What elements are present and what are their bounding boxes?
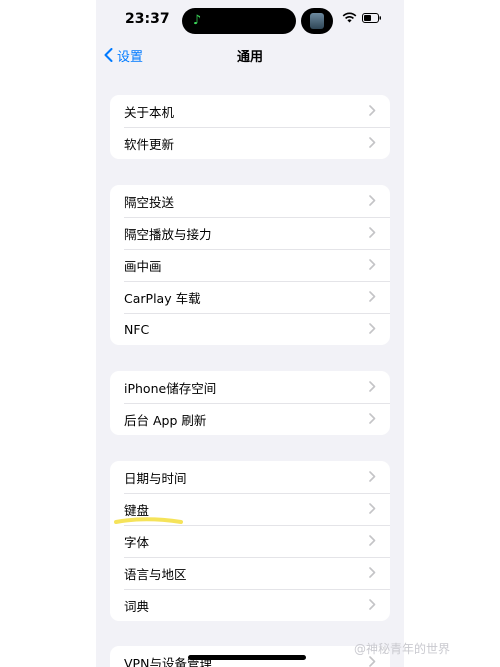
- row-carplay[interactable]: CarPlay 车载: [110, 281, 390, 313]
- row-label: 键盘: [124, 502, 150, 518]
- chevron-right-icon: [369, 599, 376, 610]
- chevron-right-icon: [369, 227, 376, 238]
- chevron-right-icon: [369, 656, 376, 667]
- chevron-right-icon: [369, 291, 376, 302]
- chevron-right-icon: [369, 137, 376, 148]
- row-language-region[interactable]: 语言与地区: [110, 557, 390, 589]
- row-label: 隔空投送: [124, 194, 175, 210]
- row-label: iPhone储存空间: [124, 380, 217, 396]
- chevron-right-icon: [369, 503, 376, 514]
- row-fonts[interactable]: 字体: [110, 525, 390, 557]
- row-picture-in-picture[interactable]: 画中画: [110, 249, 390, 281]
- chevron-right-icon: [369, 259, 376, 270]
- page-title: 通用: [236, 50, 263, 65]
- chevron-right-icon: [369, 323, 376, 334]
- music-app-icon: ♪: [188, 12, 206, 30]
- row-iphone-storage[interactable]: iPhone储存空间: [110, 371, 390, 403]
- row-label: 语言与地区: [124, 566, 187, 582]
- chevron-right-icon: [369, 381, 376, 392]
- home-indicator[interactable]: [188, 655, 306, 660]
- row-date-time[interactable]: 日期与时间: [110, 461, 390, 493]
- chevron-right-icon: [369, 535, 376, 546]
- watermark: @神秘青年的世界: [354, 642, 451, 656]
- dynamic-island[interactable]: ♪: [182, 8, 296, 34]
- row-dictionary[interactable]: 词典: [110, 589, 390, 621]
- chevron-right-icon: [369, 195, 376, 206]
- row-label: 关于本机: [124, 104, 175, 120]
- settings-group-about: 关于本机 软件更新: [110, 95, 390, 159]
- live-activity-pill[interactable]: [301, 8, 333, 34]
- settings-group-connectivity: 隔空投送 隔空播放与接力 画中画 CarPlay 车载 NFC: [110, 185, 390, 345]
- chevron-right-icon: [369, 471, 376, 482]
- row-label: CarPlay 车载: [124, 290, 201, 306]
- chevron-right-icon: [369, 567, 376, 578]
- status-time: 23:37: [125, 11, 170, 27]
- album-art-thumbnail: [310, 13, 324, 29]
- chevron-right-icon: [369, 413, 376, 424]
- row-label: 日期与时间: [124, 470, 187, 486]
- wifi-icon: [342, 12, 357, 23]
- row-keyboard[interactable]: 键盘: [110, 493, 390, 525]
- row-nfc[interactable]: NFC: [110, 313, 390, 345]
- row-label: 软件更新: [124, 136, 175, 152]
- row-software-update[interactable]: 软件更新: [110, 127, 390, 159]
- row-label: 词典: [124, 598, 150, 614]
- row-airdrop[interactable]: 隔空投送: [110, 185, 390, 217]
- settings-group-storage: iPhone储存空间 后台 App 刷新: [110, 371, 390, 435]
- settings-screen: 23:37 ♪ 设置 通用 关于本机 软件更新 隔空投送 隔空播放与接力 画中画…: [96, 0, 404, 667]
- row-label: 字体: [124, 534, 150, 550]
- row-background-app-refresh[interactable]: 后台 App 刷新: [110, 403, 390, 435]
- settings-group-locale: 日期与时间 键盘 字体 语言与地区 词典: [110, 461, 390, 621]
- battery-icon: [362, 13, 381, 23]
- row-about[interactable]: 关于本机: [110, 95, 390, 127]
- row-label: NFC: [124, 321, 150, 337]
- chevron-right-icon: [369, 105, 376, 116]
- row-label: 画中画: [124, 258, 162, 274]
- row-label: 后台 App 刷新: [124, 412, 207, 428]
- row-airplay-handoff[interactable]: 隔空播放与接力: [110, 217, 390, 249]
- row-label: 隔空播放与接力: [124, 226, 212, 242]
